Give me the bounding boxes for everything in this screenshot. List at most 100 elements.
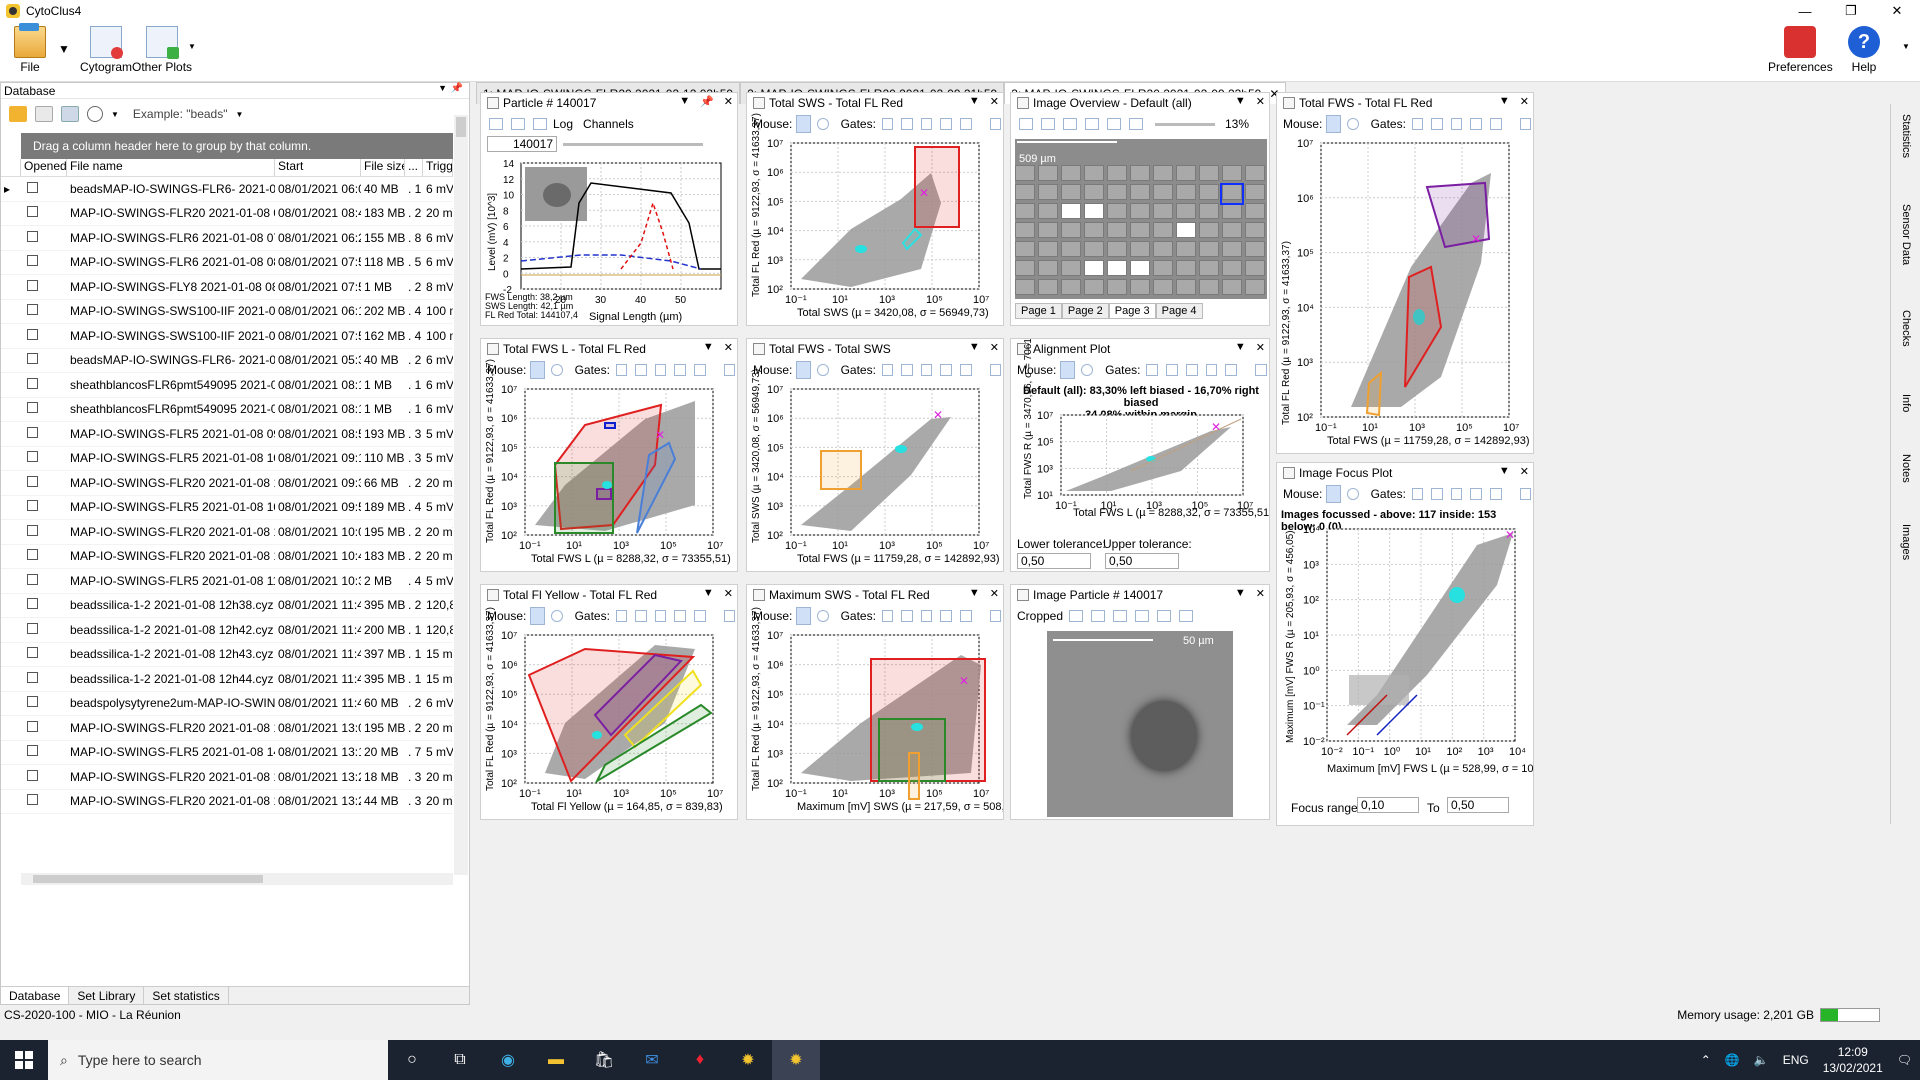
opened-checkbox[interactable] [27, 451, 38, 463]
page-tab-1[interactable]: Page 1 [1015, 303, 1062, 319]
image-thumbnail[interactable] [1038, 260, 1058, 276]
scrollbar-thumb[interactable] [33, 875, 263, 883]
rectangle-gate-icon[interactable] [881, 118, 894, 130]
page-tab-2[interactable]: Page 2 [1061, 303, 1109, 319]
vertical-gate-icon[interactable] [959, 610, 972, 622]
horizontal-gate-icon[interactable] [1205, 364, 1218, 376]
zoom-fit-icon[interactable] [1107, 118, 1121, 130]
image-thumbnail[interactable] [1245, 184, 1265, 200]
axis-settings-icon[interactable] [989, 364, 1002, 376]
panel-menu-arrow[interactable]: ▼ [1235, 587, 1246, 600]
taskbar-search-input[interactable]: ⌕ Type here to search [48, 1040, 388, 1080]
table-row[interactable]: beadspolysytyrene2um-MAP-IO-SWINGS-flr..… [1, 692, 453, 716]
image-thumbnail[interactable] [1130, 222, 1150, 238]
image-thumbnail[interactable] [1084, 203, 1104, 219]
table-row[interactable]: MAP-IO-SWINGS-FLR20 2021-01-08 10h59.cyz… [1, 520, 453, 545]
image-thumbnail[interactable] [1130, 203, 1150, 219]
horizontal-gate-icon[interactable] [1470, 488, 1482, 500]
rectangle-gate-icon[interactable] [881, 364, 894, 376]
image-thumbnail[interactable] [1015, 165, 1035, 181]
upper-tolerance-input[interactable]: 0,50 [1105, 553, 1179, 569]
opened-checkbox[interactable] [27, 769, 38, 781]
polygon-gate-icon[interactable] [920, 610, 933, 622]
image-thumbnail[interactable] [1222, 241, 1242, 257]
image-thumbnail[interactable] [1199, 203, 1219, 219]
table-row[interactable]: MAP-IO-SWINGS-FLR5 2021-01-08 09h58.cyz0… [1, 422, 453, 447]
image-thumbnail[interactable] [1084, 222, 1104, 238]
zoom-mode-button[interactable] [1347, 118, 1359, 130]
axis-settings-icon[interactable] [1519, 488, 1532, 500]
vertical-gate-icon[interactable] [693, 610, 706, 622]
channels-dropdown[interactable]: Channels [583, 117, 634, 131]
side-tab-sensor-data[interactable]: Sensor Data [1895, 204, 1917, 265]
network-icon[interactable]: 🌐 [1725, 1053, 1740, 1067]
image-thumbnail[interactable] [1153, 165, 1173, 181]
panel-menu-arrow[interactable]: ▼ [969, 95, 980, 108]
volume-icon[interactable]: 🔈 [1754, 1053, 1769, 1067]
chevron-up-icon[interactable]: ⌃ [1701, 1053, 1711, 1067]
table-row[interactable]: MAP-IO-SWINGS-FLR6 2021-01-08 07h26.cyz0… [1, 226, 453, 251]
opened-checkbox[interactable] [27, 426, 38, 438]
vertical-gate-icon[interactable] [693, 364, 706, 376]
image-thumbnail[interactable] [1015, 203, 1035, 219]
table-row[interactable]: MAP-IO-SWINGS-FLR5 2021-01-08 10h52.cyz0… [1, 496, 453, 520]
table-row[interactable]: sheathblancosFLR6pmt549095 2021-01-08 0.… [1, 398, 453, 422]
pointer-mode-button[interactable] [796, 607, 812, 625]
cytogram-button[interactable]: Cytogram [80, 26, 132, 74]
table-row[interactable]: beadsMAP-IO-SWINGS-FLR6- 2021-01-08 06..… [1, 349, 453, 373]
table-row[interactable]: MAP-IO-SWINGS-FLR5 2021-01-08 14h11.cyz0… [1, 741, 453, 765]
zoom-mode-button[interactable] [817, 118, 829, 130]
horizontal-scrollbar[interactable] [21, 873, 453, 885]
side-tab-info[interactable]: Info [1895, 394, 1917, 412]
focus-range-to-input[interactable]: 0,50 [1447, 797, 1509, 813]
table-row[interactable]: ▸ beadsMAP-IO-SWINGS-FLR6- 2021-01-08 07.… [1, 177, 453, 202]
table-row[interactable]: MAP-IO-SWINGS-FLR5 2021-01-08 11h35.cyz0… [1, 569, 453, 594]
side-tab-checks[interactable]: Checks [1895, 310, 1917, 347]
opened-checkbox[interactable] [27, 696, 38, 708]
zoom-mode-button[interactable] [1347, 488, 1359, 500]
log-toggle[interactable]: Log [553, 117, 573, 131]
image-thumbnail[interactable] [1153, 241, 1173, 257]
image-thumbnail[interactable] [1222, 279, 1242, 295]
preferences-button[interactable]: Preferences [1768, 26, 1833, 74]
panel-menu-arrow[interactable]: ▼ [1235, 95, 1246, 108]
rectangle-gate-icon[interactable] [1411, 488, 1424, 500]
image-thumbnail[interactable] [1176, 203, 1196, 219]
cytoclus-active-icon[interactable]: ✹ [772, 1040, 820, 1080]
image-thumbnail[interactable] [1107, 165, 1127, 181]
zoom-in-icon[interactable] [1113, 610, 1128, 622]
opened-checkbox[interactable] [27, 647, 38, 659]
zoom-out-icon[interactable] [1085, 118, 1099, 130]
horizontal-gate-icon[interactable] [940, 610, 952, 622]
close-icon[interactable]: ✕ [1256, 587, 1265, 600]
opened-checkbox[interactable] [27, 279, 38, 291]
axis-settings-icon[interactable] [989, 610, 1002, 622]
start-button[interactable] [0, 1040, 48, 1080]
vertical-gate-icon[interactable] [1225, 364, 1238, 376]
image-thumbnail[interactable] [1153, 184, 1173, 200]
image-thumbnail[interactable] [1245, 260, 1265, 276]
horizontal-gate-icon[interactable] [1470, 118, 1482, 130]
pointer-mode-button[interactable] [1060, 361, 1076, 379]
panel-menu-arrow[interactable]: ▼ [1235, 341, 1246, 354]
panel-menu-arrow[interactable]: ▼ [703, 587, 714, 600]
zoom-in-icon[interactable] [1063, 118, 1077, 130]
image-thumbnail[interactable] [1130, 184, 1150, 200]
close-icon[interactable]: ✕ [724, 587, 733, 600]
cropped-dropdown[interactable]: Cropped [1017, 609, 1063, 623]
table-row[interactable]: MAP-IO-SWINGS-FLR20 2021-01-08 11h45.cyz… [1, 545, 453, 569]
polygon-gate-icon[interactable] [1450, 118, 1463, 130]
image-thumbnail[interactable] [1084, 279, 1104, 295]
opened-checkbox[interactable] [27, 720, 38, 732]
vertical-gate-icon[interactable] [959, 118, 972, 130]
panel-menu-arrow[interactable]: ▼ [1499, 95, 1510, 108]
table-row[interactable]: MAP-IO-SWINGS-SWS100-IIF 2021-01-08 08..… [1, 324, 453, 349]
opened-checkbox[interactable] [27, 304, 38, 316]
opened-checkbox[interactable] [27, 573, 38, 585]
image-thumbnail[interactable] [1153, 222, 1173, 238]
export-icon[interactable] [511, 118, 525, 130]
image-thumbnail[interactable] [1107, 222, 1127, 238]
filter-icon[interactable] [1091, 610, 1106, 622]
image-thumbnail[interactable] [1038, 203, 1058, 219]
close-icon[interactable]: ✕ [990, 95, 999, 108]
